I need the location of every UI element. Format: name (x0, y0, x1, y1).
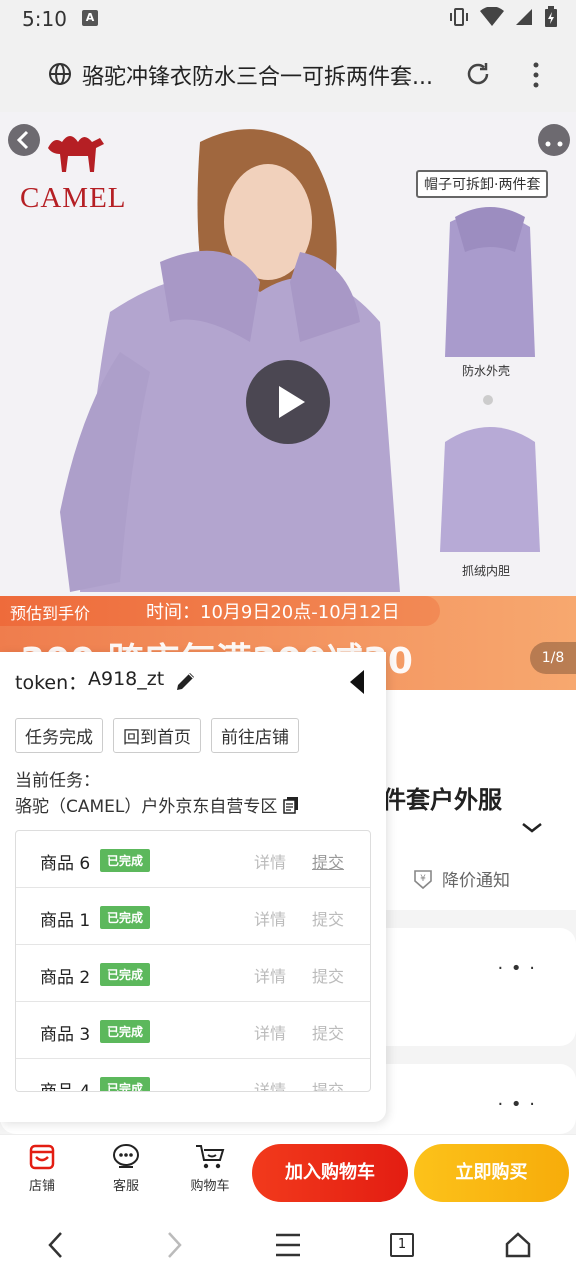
buy-now-button[interactable]: 立即购买 (414, 1144, 569, 1202)
table-row: 商品 3 已完成 详情 提交 (16, 1002, 370, 1059)
play-icon (279, 386, 305, 418)
browser-address-bar: 骆驼冲锋衣防水三合一可拆两件套... (0, 38, 576, 112)
item-name: 商品 3 (40, 1025, 91, 1045)
vibrate-icon (450, 8, 468, 26)
status-badge: 已完成 (100, 849, 151, 872)
service-label: 客服 (112, 1179, 139, 1194)
status-bar: 5:10 A (0, 0, 576, 38)
store-label: 店铺 (28, 1179, 55, 1194)
store-button[interactable]: 店铺 (12, 1143, 72, 1194)
page-title[interactable]: 骆驼冲锋衣防水三合一可拆两件套... (82, 59, 452, 91)
chat-service-icon (113, 1144, 139, 1168)
item-name: 商品 1 (40, 911, 91, 931)
status-icons (448, 6, 558, 28)
task-complete-button[interactable]: 任务完成 (15, 718, 103, 753)
table-row: 商品 4 已完成 详情 提交 (16, 1059, 370, 1092)
item-name: 商品 4 (40, 1082, 91, 1092)
service-button[interactable]: 客服 (96, 1143, 156, 1194)
current-task-name: 骆驼（CAMEL）户外京东自营专区 (15, 797, 278, 817)
panel-button-row: 任务完成 回到首页 前往店铺 (15, 718, 299, 753)
submit-link[interactable]: 提交 (312, 849, 344, 873)
svg-text:¥: ¥ (420, 874, 426, 884)
camel-logo (48, 136, 104, 172)
price-alert-button[interactable]: ¥ 降价通知 (412, 866, 510, 891)
copy-icon[interactable] (281, 795, 301, 815)
add-to-cart-button[interactable]: 加入购物车 (252, 1144, 408, 1202)
detail-link[interactable]: 详情 (254, 849, 286, 873)
shell-label: 防水外壳 (462, 364, 511, 378)
table-row: 商品 1 已完成 详情 提交 (16, 888, 370, 945)
gallery-more-button[interactable] (538, 124, 570, 156)
cart-label: 购物车 (190, 1179, 230, 1194)
product-gallery[interactable]: CAMEL 帽子可拆卸·两件套 防水外壳 抓绒内胆 预估到手价 时间：10月9日… (0, 112, 576, 690)
battery-icon (545, 6, 557, 27)
task-panel: token： A918_zt 任务完成 回到首页 前往店铺 当前任务： 骆驼（C… (0, 652, 386, 1122)
more-dots-icon[interactable]: · • · (497, 1094, 536, 1115)
detail-link[interactable]: 详情 (254, 1077, 286, 1091)
status-badge: 已完成 (100, 1077, 151, 1091)
gallery-back-button[interactable] (8, 124, 40, 156)
submit-link[interactable]: 提交 (312, 1020, 344, 1044)
brand-logo-text: CAMEL (20, 182, 127, 214)
notification-a-icon: A (82, 10, 98, 26)
price-drop-icon: ¥ (414, 869, 432, 889)
go-store-button[interactable]: 前往店铺 (211, 718, 299, 753)
submit-link[interactable]: 提交 (312, 906, 344, 930)
submit-link[interactable]: 提交 (312, 963, 344, 987)
detail-link[interactable]: 详情 (254, 1020, 286, 1044)
detail-link[interactable]: 详情 (254, 963, 286, 987)
submit-link[interactable]: 提交 (312, 1077, 344, 1091)
edit-icon[interactable] (174, 669, 198, 693)
status-badge: 已完成 (100, 963, 151, 986)
home-icon[interactable] (504, 1230, 532, 1260)
store-icon (29, 1144, 55, 1170)
table-row: 商品 6 已完成 详情 提交 (16, 831, 370, 888)
item-name: 商品 6 (40, 854, 91, 874)
detail-link[interactable]: 详情 (254, 906, 286, 930)
tabs-count-button[interactable]: 1 (390, 1233, 414, 1257)
current-task-label: 当前任务： (15, 771, 100, 791)
promo-time: 时间：10月9日20点-10月12日 (146, 602, 400, 623)
current-task: 骆驼（CAMEL）户外京东自营专区 (15, 792, 301, 817)
chevron-down-icon[interactable] (520, 820, 544, 836)
back-home-button[interactable]: 回到首页 (113, 718, 201, 753)
globe-icon (49, 63, 71, 85)
status-time: 5:10 (22, 7, 67, 31)
cart-icon (196, 1145, 225, 1169)
collapse-panel-icon[interactable] (346, 668, 368, 696)
system-nav-bar: 1 (0, 1210, 576, 1280)
hamburger-menu-icon[interactable] (274, 1230, 302, 1260)
price-alert-label: 降价通知 (442, 871, 510, 891)
wifi-icon (480, 7, 504, 26)
cart-button[interactable]: 购物车 (180, 1143, 240, 1194)
chevron-left-icon (16, 130, 29, 150)
estimated-price-tag: 预估到手价 (10, 604, 91, 623)
token-value: A918_zt (88, 668, 165, 690)
detachable-hood-tag: 帽子可拆卸·两件套 (416, 170, 549, 198)
item-name: 商品 2 (40, 968, 91, 988)
overflow-menu-icon[interactable] (524, 60, 548, 90)
status-badge: 已完成 (100, 906, 151, 929)
signal-icon (516, 9, 532, 25)
liner-label: 抓绒内胆 (462, 564, 511, 578)
task-item-list[interactable]: 商品 6 已完成 详情 提交 商品 1 已完成 详情 提交 商品 2 已完成 详… (15, 830, 371, 1092)
table-row: 商品 2 已完成 详情 提交 (16, 945, 370, 1002)
product-title: 件套户外服 (382, 786, 502, 814)
purchase-action-bar: 店铺 客服 购物车 加入购物车 立即购买 (0, 1134, 576, 1210)
more-dots-icon[interactable]: · • · (497, 958, 536, 979)
video-play-button[interactable] (246, 360, 330, 444)
more-dots-icon (545, 141, 563, 147)
reload-icon[interactable] (464, 60, 492, 88)
token-label: token： (15, 672, 88, 694)
status-badge: 已完成 (100, 1020, 151, 1043)
forward-icon[interactable] (162, 1230, 186, 1260)
image-counter: 1/8 (530, 642, 576, 674)
back-icon[interactable] (44, 1230, 68, 1260)
